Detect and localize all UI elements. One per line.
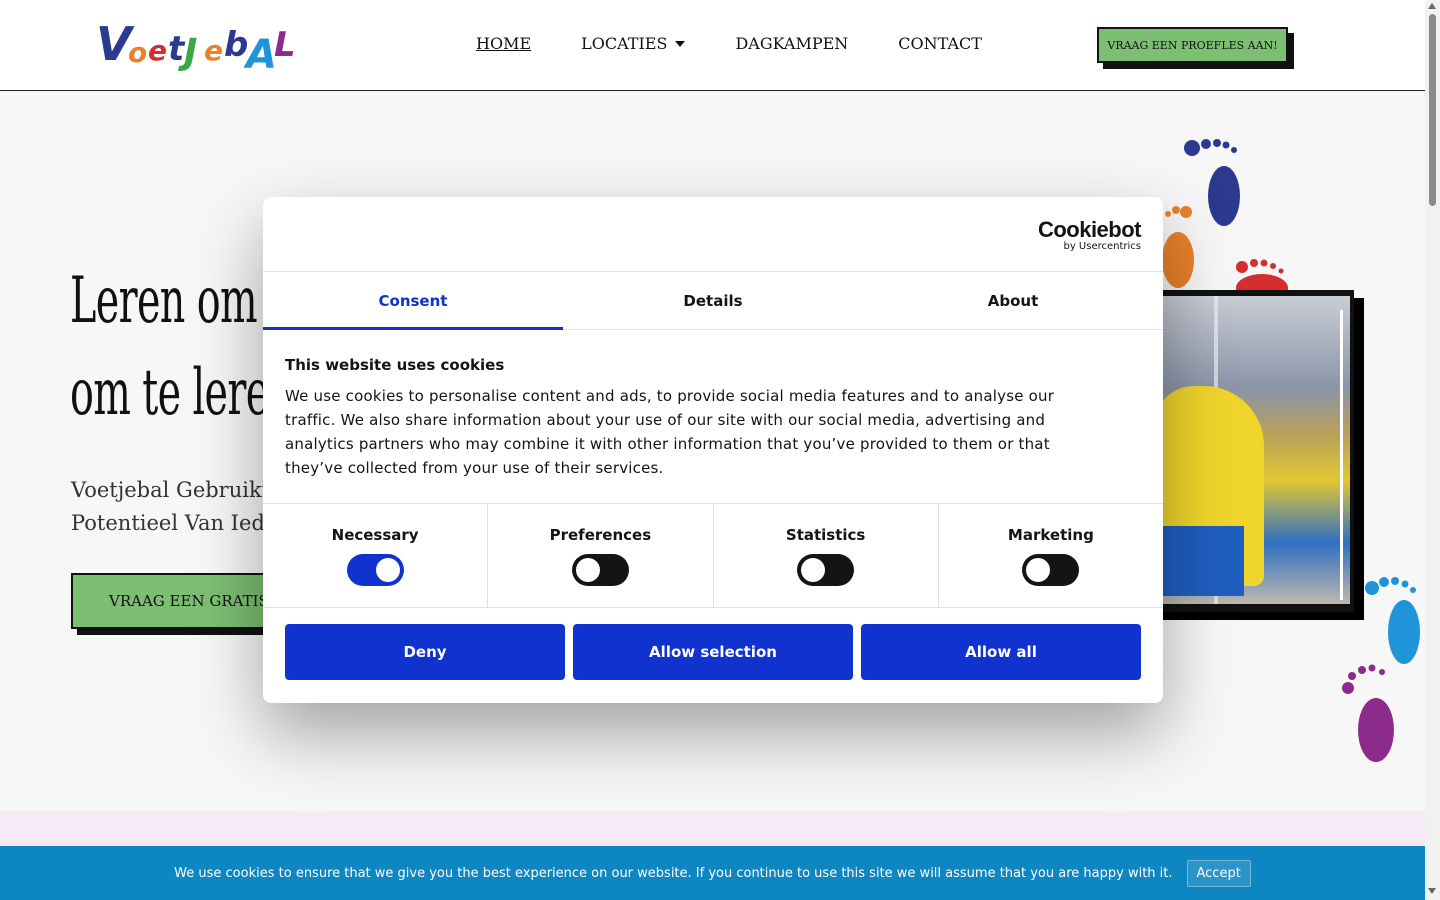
deny-button[interactable]: Deny [285,624,565,680]
hero-subtitle: Voetjebal Gebruikt Potentieel Van Iede [71,478,278,535]
hero-photo [1150,290,1354,612]
svg-text:A: A [243,32,277,74]
nav-home[interactable]: HOME [476,34,531,53]
dialog-tabs: Consent Details About [263,272,1163,330]
scroll-up-icon[interactable] [1428,3,1436,9]
dialog-body: This website uses cookies We use cookies… [263,330,1163,504]
svg-text:e: e [204,34,223,67]
main-nav: HOME LOCATIES DAGKAMPEN CONTACT [476,34,982,53]
footprint-icon [1160,200,1215,290]
toggle-marketing[interactable] [1022,553,1080,586]
svg-text:e: e [148,34,167,67]
allow-all-button[interactable]: Allow all [861,624,1141,680]
nav-dagkampen[interactable]: DAGKAMPEN [735,34,848,53]
notice-text: We use cookies to ensure that we give yo… [174,865,1173,881]
svg-text:b: b [224,25,248,65]
toggle-label-statistics: Statistics [785,525,866,544]
toggle-preferences[interactable] [571,553,629,586]
scrollbar-thumb[interactable] [1429,14,1436,206]
dialog-title: This website uses cookies [285,356,505,374]
chevron-down-icon [675,40,686,47]
scroll-down-icon[interactable] [1428,888,1436,894]
consent-toggles: Necessary Preferences Statistics Marketi… [263,504,1163,608]
svg-text:o: o [128,36,147,69]
toggle-statistics[interactable] [797,553,855,586]
footprint-icon [1338,664,1404,764]
cookiebot-logo: Cookiebot by Usercentrics [1037,217,1142,253]
cookie-notice-bar: We use cookies to ensure that we give yo… [0,846,1425,900]
toggle-label-marketing: Marketing [1007,525,1094,544]
site-header: V o e t J e b A L HOME LOCATIES DAGKAMPE… [0,0,1425,91]
voetjebal-logo[interactable]: V o e t J e b A L [96,16,306,78]
hero-title: Leren om om te lere [70,264,269,430]
tab-details[interactable]: Details [563,272,863,329]
svg-text:L: L [274,25,296,65]
dialog-text: We use cookies to personalise content an… [285,387,1055,477]
cookie-consent-dialog: Cookiebot by Usercentrics Consent Detail… [263,197,1163,703]
notice-accept-button[interactable]: Accept [1186,859,1251,887]
page-scrollbar[interactable] [1425,0,1440,900]
nav-contact[interactable]: CONTACT [898,34,982,53]
section-divider [0,811,1425,851]
toggle-label-preferences: Preferences [549,525,652,544]
footprint-icon [1232,258,1292,290]
dialog-actions: Deny Allow selection Allow all [263,608,1163,696]
toggle-necessary[interactable] [346,553,404,586]
request-trial-button[interactable]: VRAAG EEN PROEFLES AAN! [1097,27,1288,63]
tab-consent[interactable]: Consent [263,272,563,330]
allow-selection-button[interactable]: Allow selection [573,624,853,680]
tab-about[interactable]: About [863,272,1163,329]
nav-locaties[interactable]: LOCATIES [581,34,686,53]
footprint-icon [1360,576,1426,668]
toggle-label-necessary: Necessary [331,525,419,544]
